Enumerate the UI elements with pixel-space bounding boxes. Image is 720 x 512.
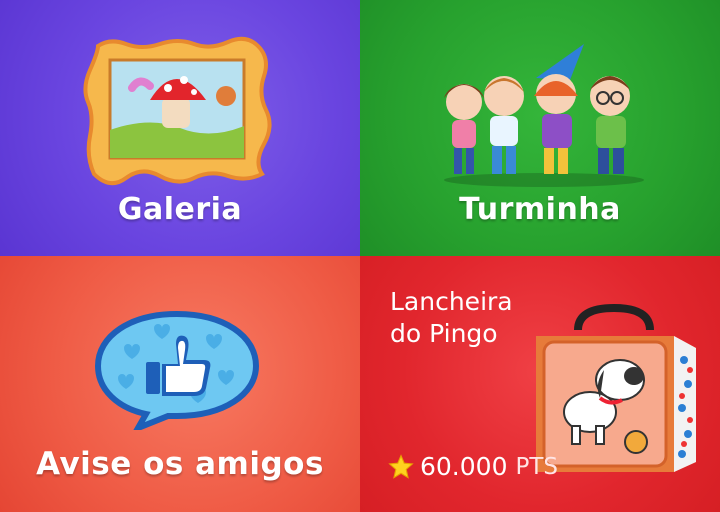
framed-picture-icon (83, 36, 272, 186)
gallery-tile[interactable]: Galeria (0, 0, 360, 256)
share-tile[interactable]: Avise os amigos (0, 256, 360, 512)
share-label: Avise os amigos (36, 446, 324, 482)
star-icon (388, 453, 414, 479)
menu-grid: Galeria Turminha Avise os amigos Lanchei… (0, 0, 720, 512)
characters-group-illustration (444, 44, 644, 187)
lunchbox-tile[interactable]: Lancheira do Pingo 60.000 PTS (360, 256, 720, 512)
lunchbox-title-line1: Lancheira (390, 287, 513, 316)
lunchbox-title: Lancheira do Pingo (390, 286, 513, 350)
thumbs-up-speech-bubble-icon (94, 310, 260, 430)
friends-label: Turminha (459, 192, 621, 227)
points-value: 60.000 (420, 452, 508, 481)
lunchbox-price: 60.000 PTS (388, 452, 558, 481)
gallery-label: Galeria (117, 192, 243, 227)
points-unit: PTS (515, 453, 559, 480)
friends-tile[interactable]: Turminha (360, 0, 720, 256)
lunchbox-title-line2: do Pingo (390, 319, 498, 348)
